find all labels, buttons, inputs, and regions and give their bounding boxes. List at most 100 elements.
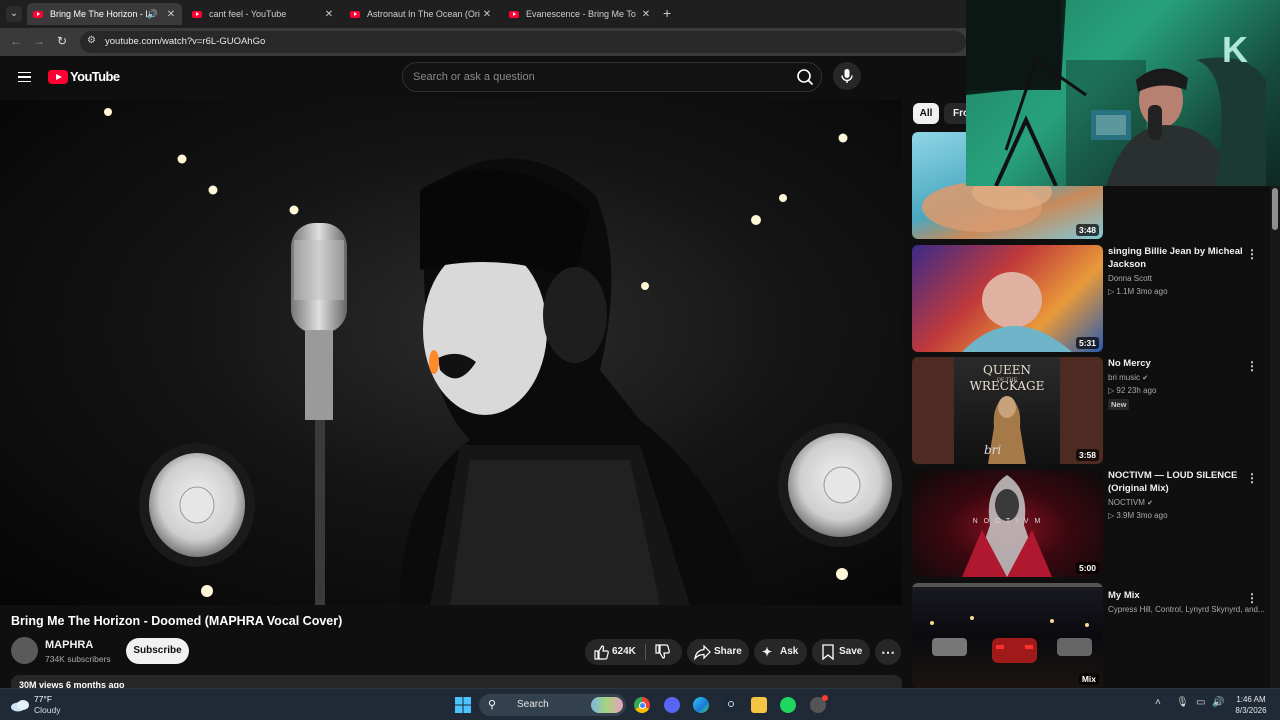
youtube-favicon-icon bbox=[192, 10, 202, 18]
youtube-header: YouTube Search or ask a question bbox=[0, 56, 966, 98]
album-cover: QUEEN OF THE WRECKAGE bri bbox=[954, 357, 1060, 464]
recommended-channel[interactable]: Cypress Hill, Control, Lynyrd Skynyrd, a… bbox=[1108, 605, 1273, 614]
tab-close-icon[interactable]: ✕ bbox=[164, 9, 178, 20]
thumbnail-image bbox=[912, 583, 1103, 663]
channel-label: NOCTIVM bbox=[1108, 498, 1145, 507]
taskbar-search[interactable]: ⚲ Search bbox=[479, 694, 626, 716]
tab-close-icon[interactable]: ✕ bbox=[480, 9, 494, 20]
more-vertical-icon[interactable]: ⋮ bbox=[1246, 591, 1258, 605]
recommended-thumbnail[interactable]: QUEEN OF THE WRECKAGE bri 3:58 bbox=[912, 357, 1103, 464]
edge-icon[interactable] bbox=[693, 697, 709, 713]
search-button[interactable] bbox=[791, 64, 819, 90]
subscribe-button[interactable]: Subscribe bbox=[126, 638, 189, 664]
like-dislike-group: 624K bbox=[585, 639, 682, 665]
tab-evanescence[interactable]: Evanescence - Bring Me To Life ✕ bbox=[503, 3, 657, 25]
channel-name[interactable]: MAPHRA bbox=[45, 639, 93, 651]
description-box[interactable]: 30M views 6 months ago bbox=[11, 675, 902, 690]
reload-icon[interactable]: ↻ bbox=[57, 34, 67, 48]
verified-icon: ✔ bbox=[1142, 375, 1149, 382]
windows-start-icon[interactable] bbox=[455, 697, 471, 713]
recommended-channel[interactable]: NOCTIVM ✔ bbox=[1108, 498, 1153, 507]
menu-hamburger-icon[interactable] bbox=[18, 72, 31, 82]
recommended-thumbnail[interactable]: Mix bbox=[912, 583, 1103, 688]
clock-date: 8/3/2026 bbox=[1235, 706, 1267, 715]
voice-search-button[interactable] bbox=[833, 62, 861, 90]
windows-taskbar: 77°F Cloudy ⚲ Search ˄ 🎙 ▭ 🔊 1:46 AM 8/3… bbox=[0, 688, 1280, 720]
recommended-channel[interactable]: bri music ✔ bbox=[1108, 373, 1148, 382]
youtube-logo-text[interactable]: YouTube bbox=[70, 69, 120, 84]
tab-close-icon[interactable]: ✕ bbox=[639, 9, 653, 20]
channel-avatar[interactable] bbox=[11, 637, 38, 664]
neon-sign: K bbox=[1222, 29, 1248, 70]
tab-bring-me-the-horizon[interactable]: Bring Me The Horizon - Do 🔊 ✕ bbox=[27, 3, 182, 25]
site-info-icon[interactable]: ⚙ bbox=[87, 35, 99, 47]
more-actions-button[interactable]: ⋯ bbox=[875, 639, 901, 665]
tab-search-chevron-icon[interactable]: ⌄ bbox=[6, 6, 22, 22]
scrollbar-thumb[interactable] bbox=[1272, 188, 1278, 230]
steam-icon[interactable] bbox=[722, 697, 738, 713]
spotify-icon[interactable] bbox=[780, 697, 796, 713]
pill-divider bbox=[645, 644, 646, 660]
video-duration: Mix bbox=[1078, 673, 1099, 685]
recommended-meta: ▷ 1.1M 3mo ago bbox=[1108, 287, 1168, 296]
tab-title: Evanescence - Bring Me To Life bbox=[526, 9, 639, 19]
tab-astronaut-in-the-ocean[interactable]: Astronaut In The Ocean (Origin ✕ bbox=[344, 3, 498, 25]
show-hidden-icons-chevron-icon[interactable]: ˄ bbox=[1155, 697, 1161, 708]
thumbs-up-icon bbox=[594, 645, 609, 660]
discord-icon[interactable] bbox=[664, 697, 680, 713]
more-vertical-icon[interactable]: ⋮ bbox=[1246, 359, 1258, 373]
more-vertical-icon[interactable]: ⋮ bbox=[1246, 247, 1258, 261]
tab-cant-feel[interactable]: cant feel - YouTube ✕ bbox=[186, 3, 340, 25]
search-highlight-icon bbox=[591, 697, 623, 713]
speaker-icon[interactable]: 🔊 bbox=[147, 9, 158, 20]
youtube-favicon-icon bbox=[350, 10, 360, 18]
forward-arrow-icon[interactable]: → bbox=[33, 34, 45, 48]
search-placeholder: Search or ask a question bbox=[413, 71, 535, 83]
verified-icon: ✔ bbox=[1147, 500, 1153, 507]
new-tab-plus-icon[interactable]: + bbox=[663, 5, 671, 21]
tab-close-icon[interactable]: ✕ bbox=[322, 9, 336, 20]
recommended-meta: ▷ 92 23h ago bbox=[1108, 386, 1157, 395]
more-vertical-icon[interactable]: ⋮ bbox=[1246, 471, 1258, 485]
recommended-title[interactable]: My Mix bbox=[1108, 589, 1248, 602]
youtube-favicon-icon bbox=[33, 10, 43, 18]
recommended-channel[interactable]: Donna Scott bbox=[1108, 274, 1152, 283]
thumbnail-text: N O C T I V M bbox=[972, 518, 1043, 525]
channel-label: bri music bbox=[1108, 373, 1141, 382]
back-arrow-icon[interactable]: ← bbox=[10, 34, 22, 48]
app-icon[interactable] bbox=[810, 695, 828, 713]
video-player[interactable] bbox=[0, 100, 902, 605]
save-button[interactable]: Save bbox=[812, 639, 870, 665]
sidebar-scrollbar[interactable] bbox=[1270, 186, 1280, 688]
recommended-title[interactable]: NOCTIVM — LOUD SILENCE (Original Mix) bbox=[1108, 469, 1248, 495]
search-icon bbox=[797, 69, 813, 85]
video-duration: 5:31 bbox=[1075, 337, 1099, 349]
video-duration: 3:48 bbox=[1075, 224, 1099, 236]
chrome-icon[interactable] bbox=[634, 697, 650, 713]
recommended-thumbnail[interactable]: N O C T I V M 5:00 bbox=[912, 470, 1103, 577]
weather-widget[interactable]: 77°F Cloudy bbox=[10, 693, 90, 717]
chip-all[interactable]: All bbox=[913, 103, 939, 124]
share-button[interactable]: Share bbox=[687, 639, 749, 665]
ask-button[interactable]: ✦ Ask bbox=[754, 639, 807, 665]
clock-time: 1:46 AM bbox=[1236, 695, 1266, 704]
file-explorer-icon[interactable] bbox=[751, 697, 767, 713]
network-icon[interactable]: ▭ bbox=[1196, 697, 1205, 708]
recommended-title[interactable]: singing Billie Jean by Micheal Jackson bbox=[1108, 245, 1248, 271]
microphone-tray-icon[interactable]: 🎙 bbox=[1176, 697, 1189, 708]
dislike-button[interactable] bbox=[647, 639, 682, 665]
video-duration: 5:00 bbox=[1075, 562, 1099, 574]
like-button[interactable]: 624K bbox=[585, 639, 643, 665]
search-icon: ⚲ bbox=[488, 699, 497, 711]
recommended-thumbnail[interactable]: 5:31 bbox=[912, 245, 1103, 352]
ask-label: Ask bbox=[780, 646, 799, 657]
recommended-title[interactable]: No Mercy bbox=[1108, 357, 1248, 370]
address-bar[interactable]: ⚙ youtube.com/watch?v=r6L-GUOAhGo bbox=[80, 31, 966, 53]
volume-icon[interactable]: 🔊 bbox=[1212, 697, 1224, 708]
taskbar-search-label: Search bbox=[517, 699, 549, 710]
clock[interactable]: 1:46 AM 8/3/2026 bbox=[1228, 693, 1274, 717]
video-duration: 3:58 bbox=[1075, 449, 1099, 461]
youtube-logo-icon[interactable] bbox=[48, 70, 68, 84]
tab-title: Bring Me The Horizon - Do bbox=[50, 9, 147, 19]
search-input[interactable]: Search or ask a question bbox=[402, 62, 822, 92]
